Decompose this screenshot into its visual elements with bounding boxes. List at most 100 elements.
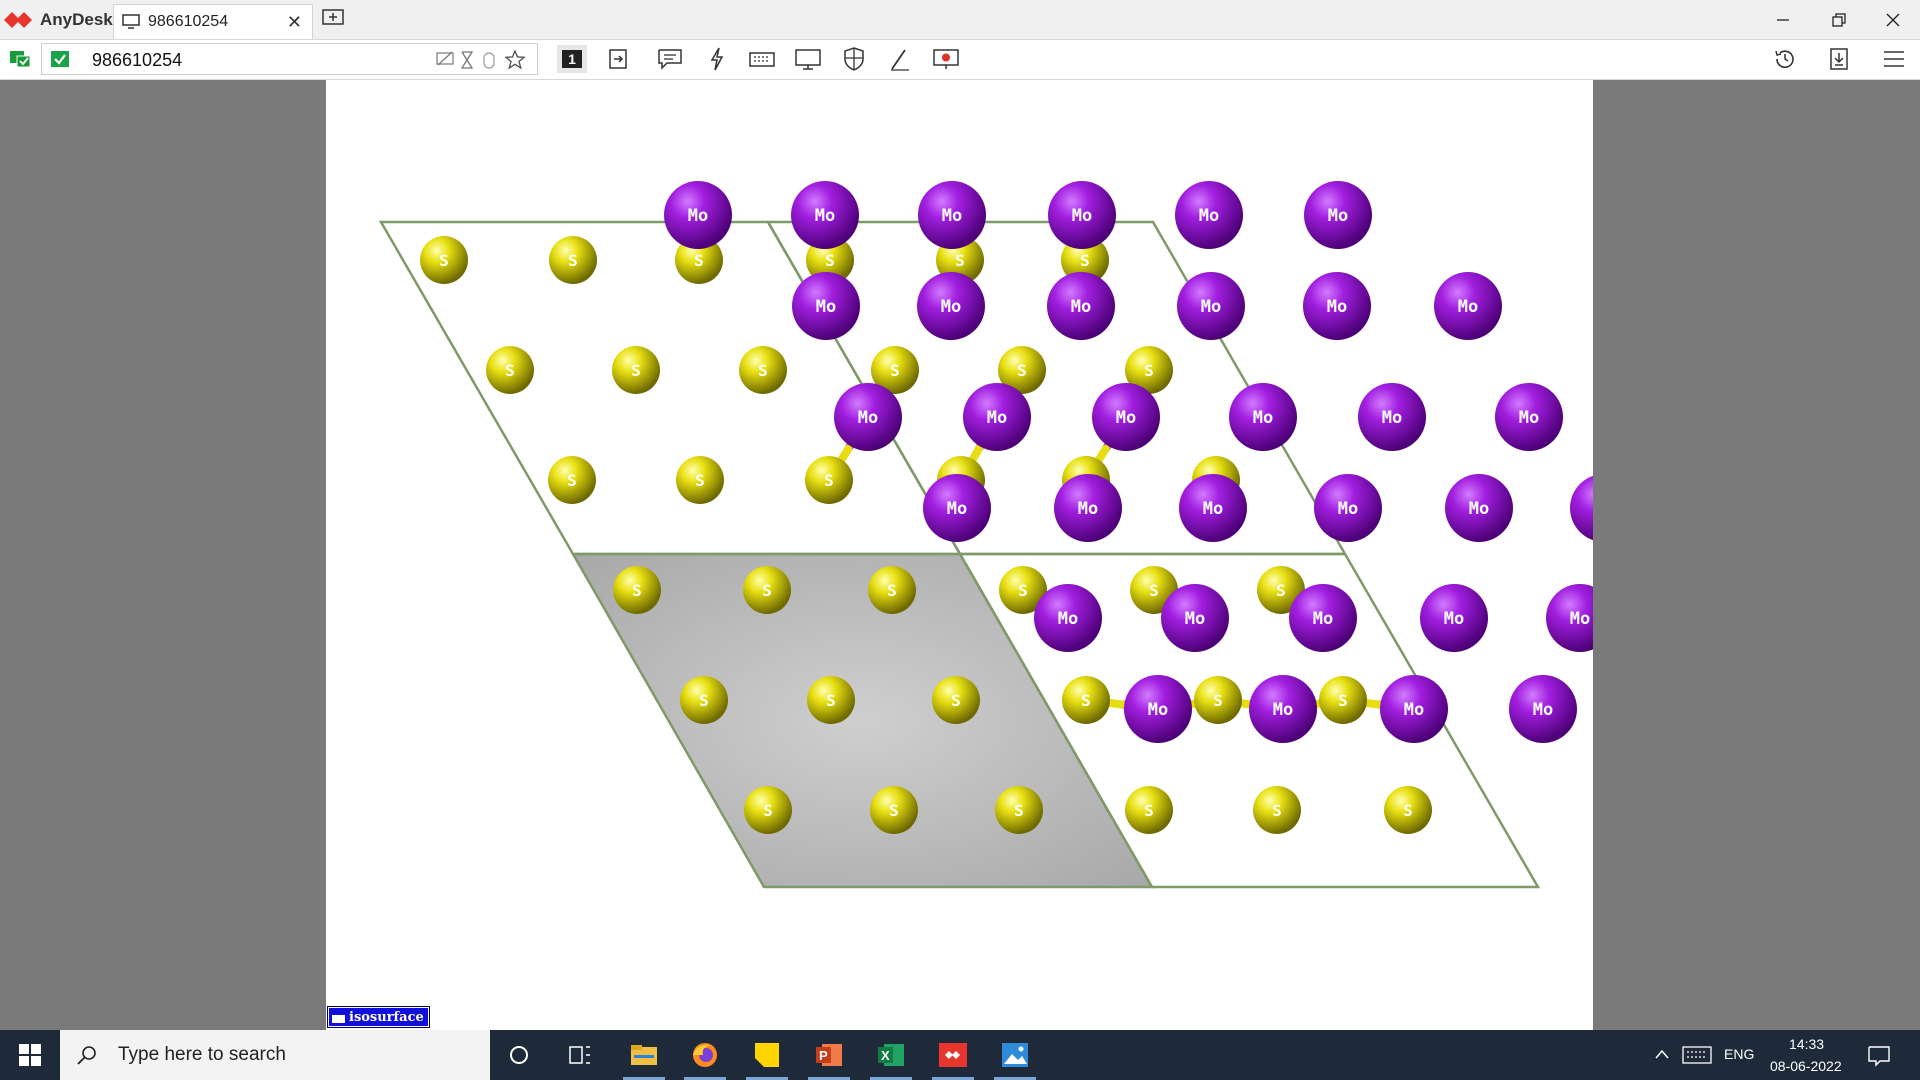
sulfur-atom-label: S — [631, 361, 641, 380]
sulfur-atom-label: S — [1014, 801, 1024, 820]
restore-button[interactable] — [1812, 0, 1866, 39]
minimize-icon — [1777, 18, 1789, 21]
sulfur-atom: S — [932, 676, 980, 724]
molybdenum-atom-label: Mo — [941, 297, 961, 317]
connection-status-icon — [10, 51, 31, 68]
sulfur-atom: S — [420, 236, 468, 284]
file-explorer-icon[interactable] — [619, 1030, 669, 1080]
menu-icon[interactable] — [1880, 45, 1908, 73]
sulfur-atom: S — [680, 676, 728, 724]
isosurface-label: isosurface — [349, 1009, 424, 1025]
monitor-icon — [122, 14, 140, 29]
sulfur-atom: S — [744, 786, 792, 834]
molecule-viewer-canvas[interactable]: SSSSSSSSSSSSSSSSSSSSSSSSSSSSSSSSSSSSMoMo… — [326, 80, 1836, 1030]
molybdenum-atom: Mo — [1358, 383, 1426, 451]
anydesk-icon[interactable] — [928, 1030, 978, 1080]
powerpoint-icon[interactable]: P — [804, 1030, 854, 1080]
sulfur-atom: S — [739, 346, 787, 394]
molybdenum-atom-label: Mo — [1148, 700, 1168, 720]
isosurface-button[interactable]: isosurface — [327, 1006, 430, 1028]
sulfur-atom: S — [1319, 676, 1367, 724]
sulfur-atom-label: S — [1144, 361, 1154, 380]
session-tab[interactable]: 986610254 ✕ — [113, 4, 313, 39]
molybdenum-atom-label: Mo — [1533, 700, 1553, 720]
chevron-up-icon[interactable] — [1654, 1048, 1670, 1060]
molybdenum-atom-label: Mo — [816, 297, 836, 317]
photos-icon[interactable] — [990, 1030, 1040, 1080]
window-icon — [332, 1011, 345, 1023]
file-transfer-icon[interactable] — [604, 45, 632, 73]
monitor-1-button[interactable]: 1 — [557, 45, 587, 73]
sulfur-atom: S — [612, 346, 660, 394]
molybdenum-atom-label: Mo — [1338, 499, 1358, 519]
address-field[interactable]: 986610254 — [41, 43, 538, 75]
molybdenum-atom: Mo — [1179, 474, 1247, 542]
notifications-icon[interactable] — [1868, 1045, 1890, 1067]
molybdenum-atom-label: Mo — [1519, 408, 1539, 428]
sulfur-atom-label: S — [1403, 801, 1413, 820]
sulfur-atom-label: S — [826, 691, 836, 710]
molybdenum-atom: Mo — [1054, 474, 1122, 542]
molybdenum-atom: Mo — [918, 181, 986, 249]
molybdenum-atom: Mo — [1092, 383, 1160, 451]
molybdenum-atom: Mo — [1161, 584, 1229, 652]
minimize-button[interactable] — [1756, 0, 1810, 39]
keyboard-tray-icon[interactable] — [1682, 1045, 1712, 1065]
molybdenum-atom: Mo — [1177, 272, 1245, 340]
molybdenum-atom: Mo — [1304, 181, 1372, 249]
search-box[interactable]: Type here to search — [60, 1030, 490, 1080]
excel-icon[interactable]: X — [866, 1030, 916, 1080]
record-icon[interactable] — [932, 45, 960, 73]
whiteboard-pen-icon[interactable] — [886, 45, 914, 73]
start-button[interactable] — [0, 1030, 60, 1080]
molybdenum-atom-label: Mo — [1570, 609, 1590, 629]
sulfur-atom-label: S — [762, 581, 772, 600]
molybdenum-atom: Mo — [1303, 272, 1371, 340]
sulfur-atom-label: S — [1213, 691, 1223, 710]
task-view-icon[interactable] — [555, 1030, 605, 1080]
actions-lightning-icon[interactable] — [703, 45, 731, 73]
search-icon — [77, 1046, 96, 1065]
molybdenum-atom-label: Mo — [1313, 609, 1333, 629]
sulfur-atom-label: S — [567, 471, 577, 490]
tab-label: 986610254 — [148, 13, 229, 30]
firefox-icon[interactable] — [680, 1030, 730, 1080]
sulfur-atom: S — [805, 456, 853, 504]
clock-date[interactable]: 08-06-2022 — [1770, 1058, 1842, 1074]
molybdenum-atom: Mo — [1047, 272, 1115, 340]
close-tab-icon[interactable]: ✕ — [287, 12, 302, 33]
permissions-shield-icon[interactable] — [840, 45, 868, 73]
cortana-icon[interactable] — [494, 1030, 544, 1080]
sticky-notes-icon[interactable] — [742, 1030, 792, 1080]
history-icon[interactable] — [1771, 45, 1799, 73]
clock-time[interactable]: 14:33 — [1789, 1036, 1824, 1052]
close-window-button[interactable] — [1866, 0, 1920, 39]
mouse-icon[interactable] — [483, 51, 495, 69]
molybdenum-atom-label: Mo — [1116, 408, 1136, 428]
svg-text:X: X — [881, 1048, 890, 1063]
display-icon[interactable] — [794, 45, 822, 73]
sulfur-atom-label: S — [889, 801, 899, 820]
molybdenum-atom-label: Mo — [1078, 499, 1098, 519]
sulfur-atom: S — [1062, 676, 1110, 724]
molybdenum-atom-label: Mo — [1203, 499, 1223, 519]
molybdenum-atom-label: Mo — [1328, 206, 1348, 226]
language-indicator[interactable]: ENG — [1724, 1046, 1754, 1062]
sulfur-atom-label: S — [505, 361, 515, 380]
keyboard-icon[interactable] — [748, 45, 776, 73]
molybdenum-atom: Mo — [1034, 584, 1102, 652]
anydesk-brand: AnyDesk — [4, 0, 113, 39]
molybdenum-atom-label: Mo — [1382, 408, 1402, 428]
molybdenum-atom: Mo — [917, 272, 985, 340]
new-tab-button[interactable] — [322, 8, 344, 33]
download-icon[interactable] — [1825, 45, 1853, 73]
hourglass-icon[interactable] — [461, 51, 473, 69]
restore-icon — [1832, 12, 1846, 27]
chat-icon[interactable] — [656, 45, 684, 73]
molybdenum-atom: Mo — [1229, 383, 1297, 451]
molybdenum-atom: Mo — [1546, 584, 1614, 652]
hide-icon[interactable] — [436, 51, 454, 67]
star-icon[interactable] — [505, 50, 525, 69]
sulfur-atom-label: S — [694, 251, 704, 270]
sulfur-atom: S — [868, 566, 916, 614]
